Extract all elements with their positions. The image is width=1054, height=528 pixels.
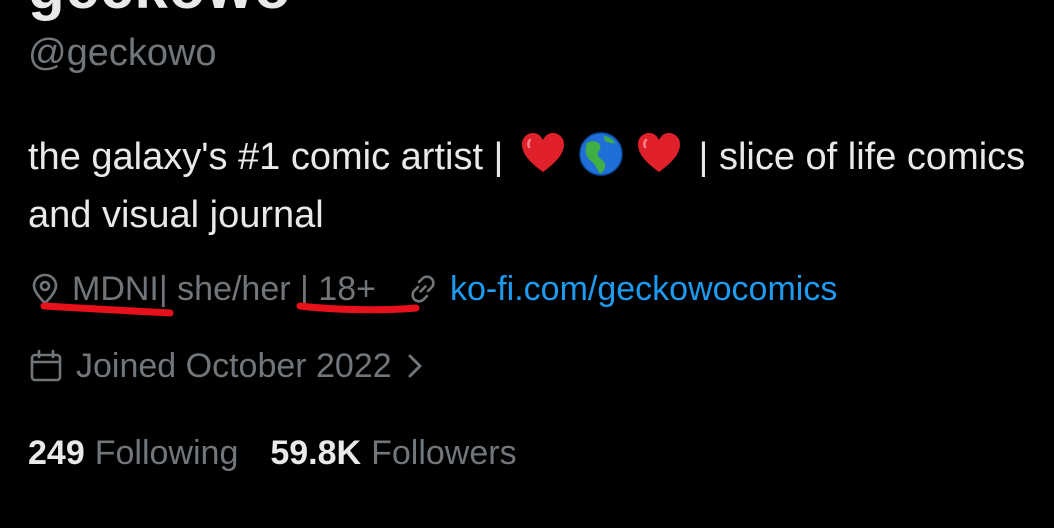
bio-line-1: the galaxy's #1 comic artist | | slice o… (28, 128, 1054, 186)
follow-stats: 249 Following 59.8K Followers (28, 430, 517, 476)
profile-page: geckowo @geckowo the galaxy's #1 comic a… (0, 0, 1054, 528)
website-link[interactable]: ko-fi.com/geckowocomics (450, 270, 837, 309)
following-count: 249 (28, 433, 85, 472)
profile-meta-row: MDNI | she/her | 18+ ko-fi.com/geckowoco… (28, 266, 837, 312)
handle: @geckowo (28, 32, 217, 74)
globe-americas-emoji (579, 132, 623, 176)
joined-date: Joined October 2022 (76, 346, 392, 385)
location-pin-icon (32, 273, 58, 305)
following-label: Following (94, 433, 239, 472)
location-text: MDNI (72, 269, 159, 308)
red-heart-emoji (637, 133, 680, 172)
following-link[interactable]: 249 Following (28, 434, 238, 473)
link-icon (411, 275, 435, 303)
chevron-right-icon (408, 354, 422, 378)
bio-text-start: the galaxy's #1 comic artist | (28, 136, 514, 178)
followers-link[interactable]: 59.8K Followers (270, 434, 516, 473)
followers-count: 59.8K (270, 433, 362, 472)
bio-text-end: | slice of life comics (687, 136, 1026, 178)
joined-row[interactable]: Joined October 2022 (28, 343, 428, 389)
followers-label: Followers (371, 433, 517, 472)
pronouns-age-text: | she/her | 18+ (158, 269, 376, 308)
bio: the galaxy's #1 comic artist | | slice o… (28, 128, 1054, 244)
calendar-icon (30, 349, 62, 382)
display-name: geckowo (28, 0, 292, 18)
bio-line-2: and visual journal (28, 194, 324, 236)
red-heart-emoji (521, 133, 564, 172)
